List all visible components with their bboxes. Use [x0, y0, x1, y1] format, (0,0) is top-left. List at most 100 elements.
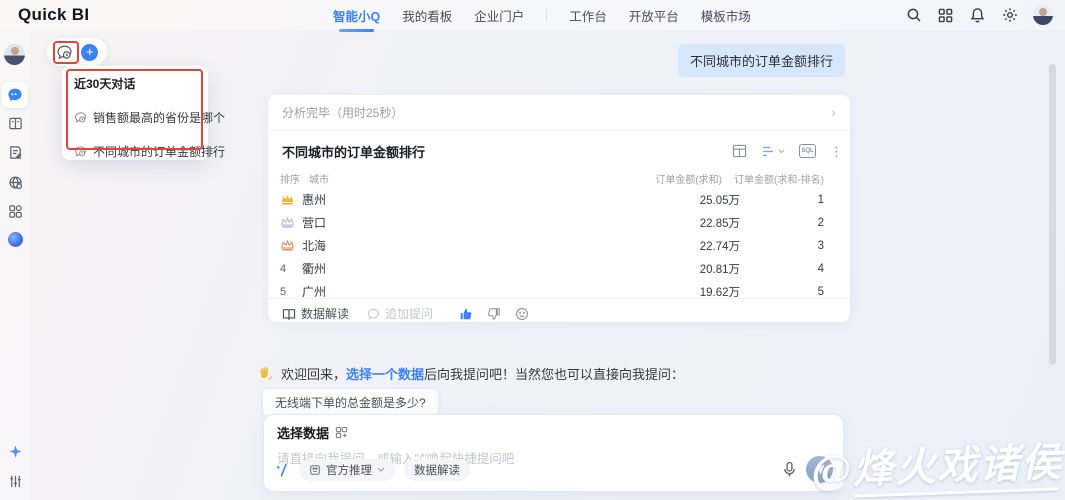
sidebar-item-chat[interactable] — [2, 82, 28, 108]
globe-chat-icon — [8, 175, 23, 190]
notification-bell-icon[interactable] — [969, 7, 986, 24]
model-select-dropdown[interactable]: 官方推理 — [299, 459, 395, 481]
history-item-1[interactable]: 销售额最高的省份是哪个 — [74, 109, 208, 126]
user-avatar[interactable] — [1033, 5, 1053, 25]
value-label: 22.85万 — [675, 215, 740, 231]
nav-open-platform[interactable]: 开放平台 — [629, 6, 679, 25]
report-doc-icon — [8, 145, 23, 160]
welcome-message: 欢迎回来，选择一个数据后向我提问吧！当然您也可以直接向我提问： — [258, 364, 684, 383]
history-popup: 近30天对话 销售额最高的省份是哪个 不同城市的订单金额排行 — [62, 66, 208, 160]
chart-header-row: 排序 城市 订单金额(求和) 订单金额(求和-排名) — [268, 168, 850, 188]
quickbi-logo: Quick BI — [18, 5, 89, 25]
chart-type-switch-icon[interactable] — [761, 145, 785, 158]
dashboard-icon — [8, 116, 23, 131]
analysis-status-row: 分析完毕（用时25秒） › — [268, 95, 850, 131]
followup-question-button[interactable]: 追加提问 — [367, 305, 433, 322]
sql-icon[interactable]: SQL — [799, 144, 816, 158]
suggested-question-chip[interactable]: 无线端下单的总金额是多少? — [262, 388, 439, 417]
search-icon[interactable] — [905, 7, 922, 24]
microphone-icon[interactable] — [782, 461, 797, 478]
value-label: 20.81万 — [675, 261, 740, 277]
gold-crown-icon — [280, 193, 302, 206]
card-footer: 数据解读 追加提问 — [268, 298, 850, 322]
sliders-icon — [8, 474, 23, 489]
col-header-sort: 排序 — [280, 171, 300, 186]
waving-hand-emoji — [258, 366, 274, 382]
sidebar-item-apps[interactable] — [2, 198, 28, 224]
welcome-suffix: 后向我提问吧！当然您也可以直接向我提问： — [424, 367, 684, 382]
sidebar-item-dashboard[interactable] — [2, 110, 28, 136]
settings-gear-icon[interactable] — [1001, 7, 1018, 24]
city-label: 北海 — [302, 237, 345, 254]
sort-number: 5 — [280, 286, 302, 298]
quick-interpret-button[interactable]: 数据解读 — [404, 459, 470, 481]
emoji-feedback-icon[interactable] — [515, 307, 529, 321]
model-select-label: 官方推理 — [326, 462, 372, 478]
rank-label: 2 — [740, 217, 824, 229]
data-interpret-label: 数据解读 — [301, 305, 349, 322]
chart-row-2[interactable]: 营口 22.85万 2 — [268, 211, 850, 234]
chart-actions: SQL ⋮ — [732, 144, 836, 158]
chart-row-5[interactable]: 5 广州 19.62万 5 — [268, 280, 850, 298]
vertical-scrollbar[interactable] — [1049, 64, 1056, 365]
chart-row-4[interactable]: 4 衢州 20.81万 4 — [268, 257, 850, 280]
sidebar-item-qa-globe[interactable] — [2, 169, 28, 195]
nav-workbench[interactable]: 工作台 — [569, 6, 607, 25]
value-label: 19.62万 — [675, 284, 740, 299]
dataset-picker-icon[interactable] — [335, 426, 348, 439]
chart-row-3[interactable]: 北海 22.74万 3 — [268, 234, 850, 257]
welcome-prefix: 欢迎回来， — [281, 367, 346, 382]
city-label: 营口 — [302, 214, 345, 231]
book-icon — [282, 308, 296, 320]
topbar-actions — [905, 0, 1053, 30]
analysis-card: 分析完毕（用时25秒） › 不同城市的订单金额排行 SQL ⋮ 排序 城市 订单… — [268, 95, 850, 322]
rank-label: 3 — [740, 240, 824, 252]
history-item-icon — [74, 145, 87, 158]
chart-title-row: 不同城市的订单金额排行 SQL ⋮ — [268, 136, 850, 166]
nav-smart-q[interactable]: 智能小Q — [333, 6, 380, 25]
rank-label: 4 — [740, 263, 824, 275]
watermark-text: @烽火戏诸侯 — [810, 430, 1064, 497]
sidebar-item-preferences[interactable] — [2, 468, 28, 494]
sidebar-item-ai-sphere[interactable] — [2, 226, 28, 252]
analysis-status-text: 分析完毕（用时25秒） — [282, 104, 403, 121]
four-squares-icon — [8, 204, 23, 219]
chart-row-1[interactable]: 惠州 25.05万 1 — [268, 188, 850, 211]
nav-divider — [546, 9, 547, 21]
thumbs-down-icon[interactable] — [487, 307, 501, 321]
nav-enterprise-portal[interactable]: 企业门户 — [474, 6, 524, 25]
history-chat-icon[interactable] — [56, 44, 73, 61]
expand-chevron-icon[interactable]: › — [832, 105, 836, 120]
col-header-rank: 订单金额(求和-排名) — [734, 171, 824, 186]
col-header-value: 订单金额(求和) — [655, 171, 722, 186]
nav-template-market[interactable]: 模板市场 — [701, 6, 751, 25]
apps-grid-icon[interactable] — [937, 7, 954, 24]
silver-crown-icon — [280, 216, 302, 229]
thumbs-up-icon[interactable] — [459, 307, 473, 321]
more-options-icon[interactable]: ⋮ — [830, 149, 836, 154]
nav-my-dashboard[interactable]: 我的看板 — [402, 6, 452, 25]
data-interpret-button[interactable]: 数据解读 — [282, 305, 349, 322]
history-item-label: 销售额最高的省份是哪个 — [93, 109, 225, 126]
model-icon — [309, 464, 321, 476]
rank-label: 5 — [740, 286, 824, 298]
city-label: 惠州 — [302, 191, 345, 208]
question-input-card: 选择数据 请直接向我提问，或输入"/"唤起快捷提问吧 官方推理 数据解读 — [263, 414, 844, 492]
history-popup-title: 近30天对话 — [74, 75, 208, 92]
col-header-city: 城市 — [309, 171, 329, 186]
history-item-2[interactable]: 不同城市的订单金额排行 — [74, 143, 208, 160]
city-label: 衢州 — [302, 260, 345, 277]
city-label: 广州 — [302, 283, 345, 298]
table-view-icon[interactable] — [732, 144, 747, 158]
new-conversation-button[interactable]: + — [81, 44, 98, 61]
select-dataset-label[interactable]: 选择数据 — [277, 423, 329, 442]
value-label: 22.74万 — [675, 238, 740, 254]
sidebar-avatar[interactable] — [4, 44, 25, 65]
followup-question-label: 追加提问 — [385, 305, 433, 322]
sidebar-item-assistant[interactable] — [2, 438, 28, 464]
slash-command-icon[interactable] — [274, 462, 290, 478]
select-data-link[interactable]: 选择一个数据 — [346, 367, 424, 382]
quick-interpret-label: 数据解读 — [414, 462, 460, 478]
sparkle-icon — [8, 444, 23, 459]
sidebar-item-report[interactable] — [2, 139, 28, 165]
